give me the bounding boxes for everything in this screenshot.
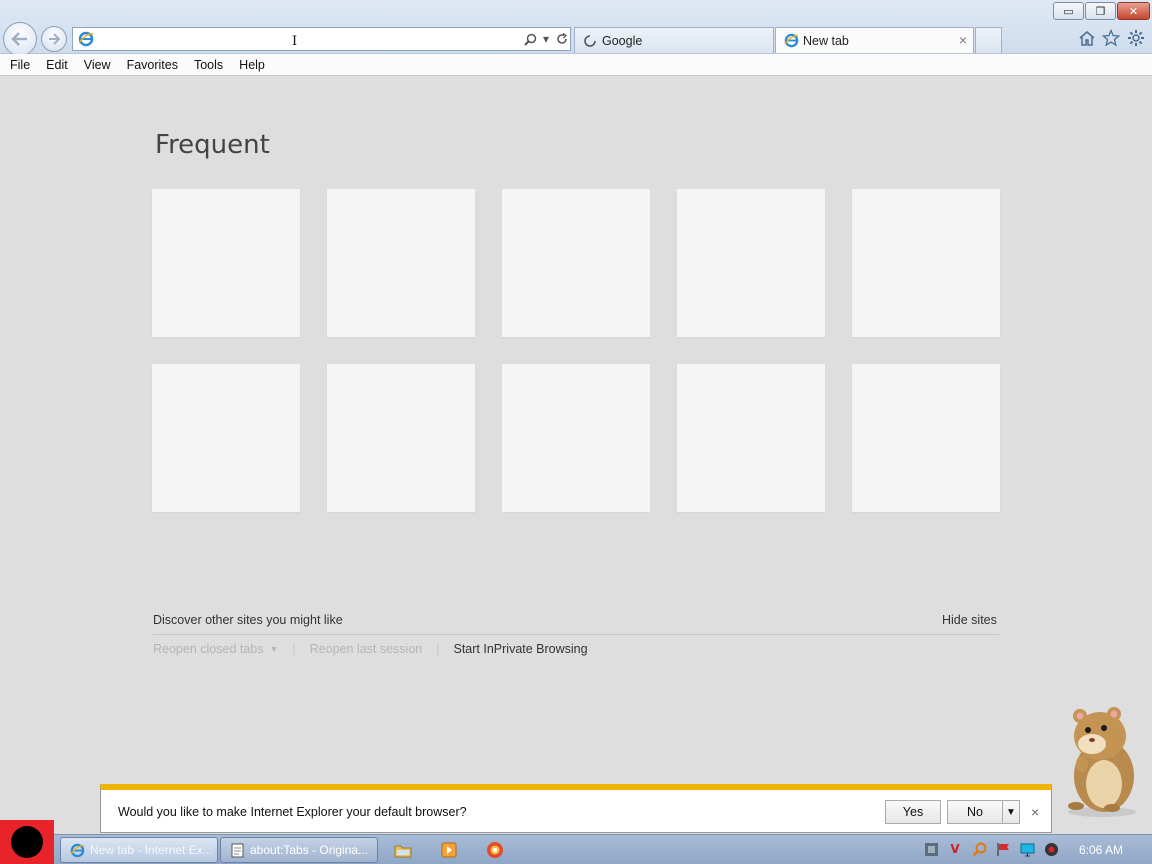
frequent-site-tile[interactable] (852, 189, 1000, 337)
forward-button[interactable] (41, 26, 67, 52)
media-player-icon[interactable] (438, 839, 460, 861)
taskbar-button-tabs[interactable]: about:Tabs - Origina... (220, 837, 378, 863)
frequent-site-tile[interactable] (327, 364, 475, 512)
separator: | (292, 642, 296, 656)
menu-edit[interactable]: Edit (38, 55, 76, 75)
app-icon[interactable] (484, 839, 506, 861)
menu-bar: File Edit View Favorites Tools Help (0, 54, 1152, 76)
ie-icon (783, 33, 799, 49)
no-options-dropdown[interactable]: ▼ (1002, 800, 1020, 824)
menu-view[interactable]: View (76, 55, 119, 75)
frequent-site-tile[interactable] (152, 364, 300, 512)
bottom-links: Reopen closed tabs ▼ | Reopen last sessi… (153, 642, 588, 656)
gear-icon[interactable] (1126, 28, 1146, 48)
address-input[interactable] (95, 29, 522, 49)
back-arrow-icon (11, 32, 27, 46)
menu-favorites[interactable]: Favorites (119, 55, 186, 75)
close-tab-icon[interactable]: × (959, 32, 967, 48)
taskbar-button-label: about:Tabs - Origina... (250, 843, 369, 857)
frequent-site-tile[interactable] (677, 189, 825, 337)
page-icon (229, 842, 245, 858)
divider (153, 634, 999, 635)
close-window-button[interactable]: ✕ (1117, 2, 1150, 20)
tab-new-tab[interactable]: New tab × (775, 27, 974, 53)
minimize-button[interactable]: ▭ (1053, 2, 1084, 20)
new-tab-button[interactable] (975, 27, 1002, 53)
taskbar-button-label: New tab - Internet Ex... (90, 843, 213, 857)
frequent-site-tile[interactable] (152, 189, 300, 337)
menu-tools[interactable]: Tools (186, 55, 231, 75)
frequent-site-tile[interactable] (852, 364, 1000, 512)
search-tray-icon[interactable] (971, 841, 987, 857)
chevron-down-icon[interactable]: ▾ (538, 29, 554, 49)
monitor-tray-icon[interactable] (1019, 841, 1035, 857)
flag-tray-icon[interactable] (995, 841, 1011, 857)
browser-titlebar: ▾ I Google New tab × ▭ ❐ ✕ (0, 0, 1152, 56)
frequent-site-tile[interactable] (502, 189, 650, 337)
chevron-down-icon: ▼ (1006, 806, 1016, 818)
frequent-site-tile[interactable] (502, 364, 650, 512)
taskbar-button-ie[interactable]: New tab - Internet Ex... (60, 837, 218, 863)
frequent-site-tile[interactable] (327, 189, 475, 337)
address-bar[interactable]: ▾ (72, 27, 571, 51)
reopen-closed-tabs-link[interactable]: Reopen closed tabs (153, 642, 264, 656)
explorer-folder-icon[interactable] (392, 839, 414, 861)
maximize-button[interactable]: ❐ (1085, 2, 1116, 20)
start-orb-icon (11, 826, 43, 858)
home-icon[interactable] (1077, 28, 1097, 48)
no-button[interactable]: No (947, 800, 1003, 824)
ie-icon (77, 30, 95, 48)
hamster-mascot-icon[interactable] (1052, 706, 1144, 818)
chevron-down-icon[interactable]: ▼ (270, 644, 279, 654)
notification-message: Would you like to make Internet Explorer… (118, 805, 467, 819)
antivirus-tray-icon[interactable]: V (947, 841, 963, 857)
menu-file[interactable]: File (2, 55, 38, 75)
tab-label: Google (602, 33, 643, 48)
tab-google[interactable]: Google (574, 27, 774, 53)
separator: | (436, 642, 440, 656)
star-icon[interactable] (1101, 28, 1121, 48)
close-notification-icon[interactable]: × (1031, 804, 1039, 820)
ie-icon (69, 842, 85, 858)
reopen-last-session-link[interactable]: Reopen last session (310, 642, 423, 656)
discover-sites-link[interactable]: Discover other sites you might like (153, 613, 343, 627)
taskbar-clock[interactable]: 6:06 AM (1079, 843, 1123, 857)
search-icon[interactable] (522, 29, 538, 49)
text-cursor-icon: I (292, 34, 298, 49)
yes-button[interactable]: Yes (885, 800, 941, 824)
hide-sites-link[interactable]: Hide sites (942, 613, 997, 627)
forward-arrow-icon (49, 33, 61, 45)
network-tray-icon[interactable] (923, 841, 939, 857)
tab-label: New tab (803, 33, 849, 48)
frequent-site-tile[interactable] (677, 364, 825, 512)
refresh-icon[interactable] (554, 29, 570, 49)
loading-icon (582, 33, 598, 49)
back-button[interactable] (3, 22, 37, 56)
start-inprivate-link[interactable]: Start InPrivate Browsing (454, 642, 588, 656)
volume-tray-icon[interactable] (1043, 841, 1059, 857)
frequent-heading: Frequent (155, 130, 270, 160)
start-button[interactable] (0, 820, 54, 864)
default-browser-notification: Would you like to make Internet Explorer… (100, 784, 1052, 833)
menu-help[interactable]: Help (231, 55, 273, 75)
